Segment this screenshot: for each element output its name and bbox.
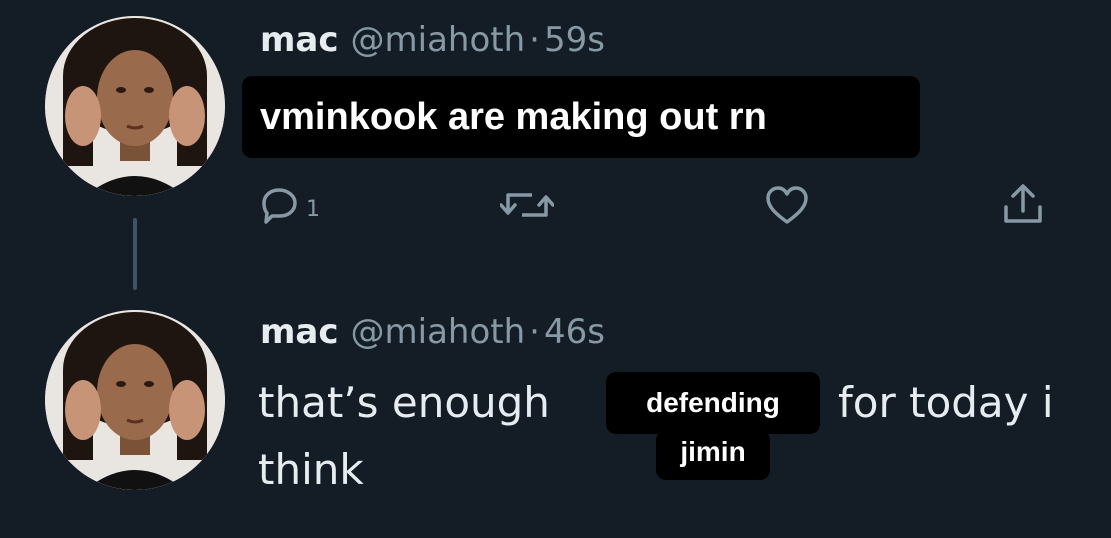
avatar[interactable]: [45, 310, 225, 490]
tweet-text-sticker: vminkook are making out rn: [242, 76, 920, 158]
separator-dot: ·: [529, 20, 540, 60]
tweet-text: for today i: [838, 378, 1054, 427]
timestamp[interactable]: 59s: [544, 20, 605, 60]
reply-button[interactable]: 1: [258, 180, 320, 230]
retweet-button[interactable]: [500, 180, 554, 230]
retweet-icon: [500, 193, 554, 217]
reply-count: 1: [306, 196, 320, 222]
tweet-header: mac @miahoth · 59s: [260, 20, 605, 60]
timestamp[interactable]: 46s: [544, 312, 605, 352]
text-sticker-line-1: defending: [606, 372, 820, 434]
like-button[interactable]: [764, 180, 810, 230]
display-name[interactable]: mac: [260, 20, 339, 60]
tweet-text: that’s enough: [258, 378, 550, 427]
share-button[interactable]: [1002, 180, 1044, 230]
share-icon: [1004, 184, 1042, 223]
display-name[interactable]: mac: [260, 312, 339, 352]
handle[interactable]: @miahoth: [351, 312, 526, 352]
heart-icon: [766, 186, 808, 224]
separator-dot: ·: [529, 312, 540, 352]
text-sticker-line-2: jimin: [656, 430, 770, 480]
thread-connector-line: [133, 218, 137, 290]
tweet-actions: 1: [258, 180, 1058, 230]
tweet-header: mac @miahoth · 46s: [260, 312, 605, 352]
tweet-text: think: [258, 445, 364, 494]
avatar[interactable]: [45, 16, 225, 196]
handle[interactable]: @miahoth: [351, 20, 526, 60]
reply-icon: [262, 188, 297, 224]
